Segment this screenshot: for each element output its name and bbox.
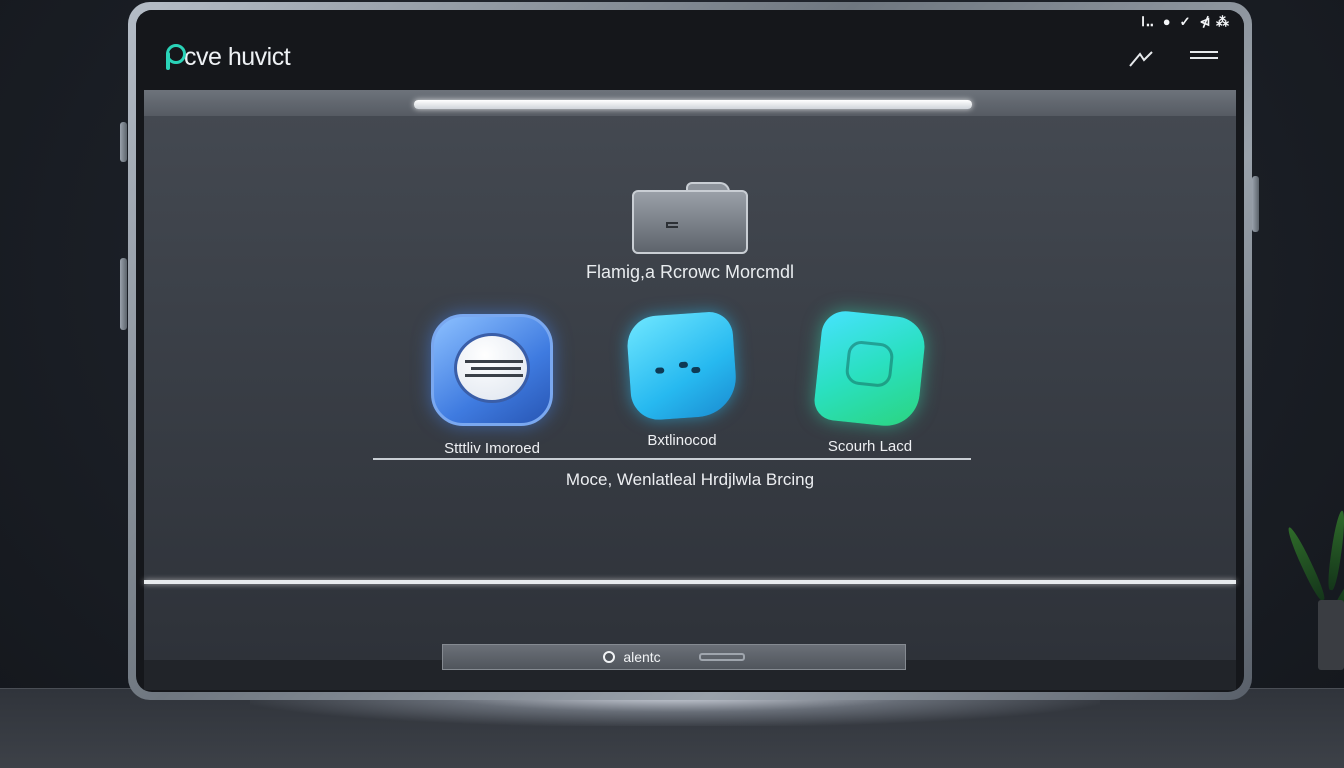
green-shield-icon: [812, 308, 928, 430]
wifi-icon: ●: [1162, 14, 1172, 29]
disc-line: [471, 367, 521, 370]
status-text-left: ꓲꓺ: [1141, 14, 1155, 29]
progress-bar: [414, 100, 972, 109]
chart-icon: [1129, 51, 1153, 67]
plant: [1284, 480, 1344, 690]
disc-line: [465, 374, 523, 377]
eye: [691, 366, 701, 374]
eye: [678, 361, 689, 369]
progress-fill: [414, 100, 972, 109]
menu-button[interactable]: [1190, 48, 1218, 66]
shield-badge: [844, 339, 895, 389]
app-bar: ꓲꓺ ● ✓ ⋪ ⁂ cve huvict: [136, 10, 1244, 92]
plant-leaf: [1284, 525, 1328, 603]
tablet-frame: ꓲꓺ ● ✓ ⋪ ⁂ cve huvict Flamig,a Rcrowc Mo…: [128, 2, 1252, 700]
tile-label: Scourh Lacd: [827, 438, 913, 455]
plant-pot: [1318, 600, 1344, 670]
scene: ꓲꓺ ● ✓ ⋪ ⁂ cve huvict Flamig,a Rcrowc Mo…: [0, 0, 1344, 768]
bottom-rule: [144, 580, 1236, 584]
tile-label: Stttliv Imoroed: [444, 440, 540, 457]
divider: [373, 458, 971, 460]
slot-icon: [698, 653, 745, 661]
app-logo[interactable]: cve huvict: [164, 42, 291, 72]
signal-icon: ✓: [1179, 14, 1192, 29]
subline: Moce, Wenlatleal Hrdjlwla Brcing: [565, 470, 815, 489]
folder-body: [632, 190, 748, 254]
folder-icon[interactable]: [632, 182, 750, 254]
main-panel: Flamig,a Rcrowc Morcmdl Stttliv Imoroed: [144, 90, 1236, 660]
folder-mark: [666, 222, 678, 228]
disc: [454, 333, 530, 403]
tile-3[interactable]: Scourh Lacd: [790, 308, 950, 455]
plant-leaf: [1326, 510, 1344, 591]
disc-icon: [431, 314, 553, 426]
side-button-right: [1252, 176, 1259, 232]
disc-line: [465, 360, 523, 363]
status-bar: ꓲꓺ ● ✓ ⋪ ⁂: [1141, 14, 1230, 30]
top-strip: [144, 90, 1236, 116]
tile-2[interactable]: Bxtlinocod: [602, 310, 762, 449]
cyan-blob-icon: [625, 310, 739, 422]
tile-1[interactable]: Stttliv Imoroed: [412, 314, 572, 457]
logo-icon: [164, 42, 186, 72]
status-text-right: ⋪ ⁂: [1199, 14, 1230, 29]
footer-button[interactable]: alentc: [442, 644, 906, 670]
app-title: cve huvict: [184, 42, 291, 71]
headline: Flamig,a Rcrowc Morcmdl: [585, 262, 795, 282]
menu-icon: [1190, 51, 1218, 59]
screen: ꓲꓺ ● ✓ ⋪ ⁂ cve huvict Flamig,a Rcrowc Mo…: [136, 10, 1244, 692]
tile-label: Bxtlinocod: [647, 432, 717, 449]
clock-icon: [603, 651, 616, 663]
chart-button[interactable]: [1128, 48, 1156, 68]
side-button-left-1: [120, 122, 127, 162]
eye: [655, 367, 665, 374]
footer-button-label: alentc: [623, 649, 661, 665]
side-button-left-2: [120, 258, 127, 330]
